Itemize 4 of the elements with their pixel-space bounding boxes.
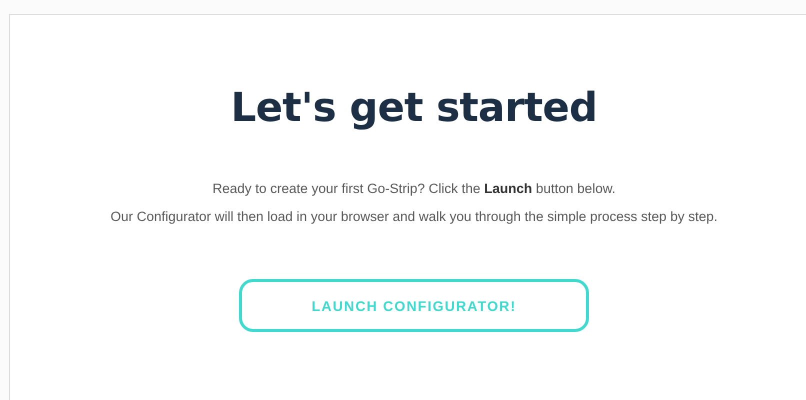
launch-configurator-button[interactable]: LAUNCH CONFIGURATOR! (239, 279, 589, 332)
intro-text: Our Configurator will then load in your browser and walk you through the simple process step by step. (110, 208, 718, 226)
intro-text: Ready to create your first Go-Strip? Click the Launch button below. (212, 180, 616, 198)
page-heading: Let's get started (230, 85, 598, 131)
